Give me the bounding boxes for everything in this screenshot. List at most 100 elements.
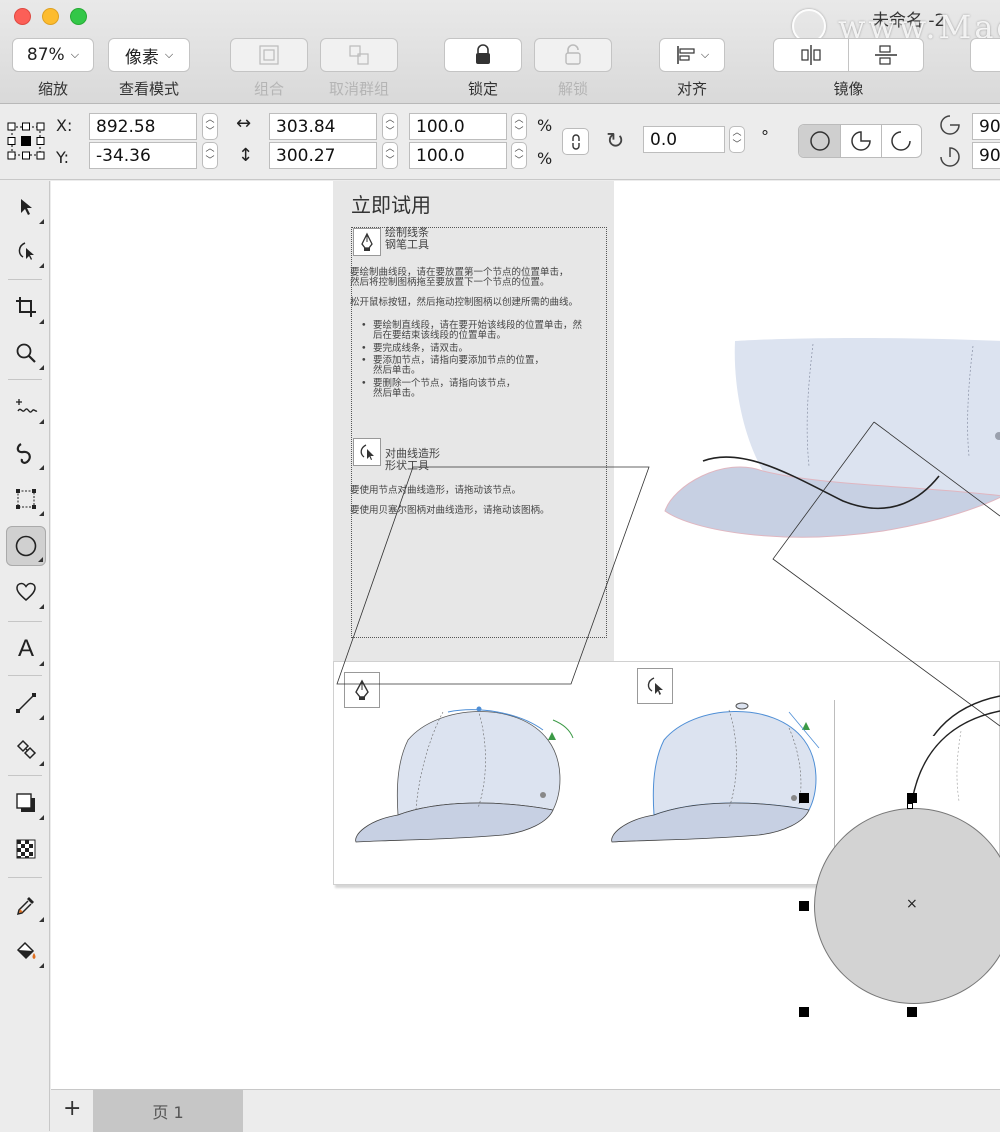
node-point[interactable] xyxy=(907,803,913,809)
x-field[interactable]: 892.58 xyxy=(89,113,197,140)
x-stepper[interactable]: ︿ ﹀ xyxy=(202,113,218,140)
group-label: 组合 xyxy=(253,80,284,98)
end-angle-field[interactable]: 90 xyxy=(972,142,1000,169)
height-stepper[interactable]: ︿ ﹀ xyxy=(382,142,398,169)
height-arrow-icon: ↕ xyxy=(238,145,254,166)
zoom-select[interactable]: 87% ⌵ xyxy=(12,38,94,72)
scale-width-field[interactable]: 100.0 xyxy=(409,113,507,140)
start-angle-field[interactable]: 90 xyxy=(972,113,1000,140)
title-toolbar: 未命名 -2 www.Mac 87% ⌵ 缩放 像素 ⌵ 查看模式 组合 取消群… xyxy=(0,0,1000,104)
ellipse-mode-button[interactable] xyxy=(799,125,841,157)
add-page-button[interactable]: + xyxy=(63,1096,81,1121)
toolbar-overflow-button[interactable] xyxy=(970,38,1000,72)
shape-tool[interactable] xyxy=(6,231,46,271)
mirror-horizontal-button[interactable] xyxy=(773,38,849,72)
text-tool-icon: A xyxy=(17,635,34,662)
freehand-tool[interactable] xyxy=(6,387,46,427)
zoom-tool[interactable] xyxy=(6,333,46,373)
interactive-fill-tool[interactable] xyxy=(6,931,46,971)
end-angle-icon xyxy=(940,147,960,167)
bullet-1: • xyxy=(361,320,367,331)
scale-width-stepper[interactable]: ︿ ﹀ xyxy=(511,113,527,140)
transparency-icon xyxy=(16,839,36,859)
mirror-horizontal-icon xyxy=(801,45,821,65)
page-bar: + 页 1 xyxy=(51,1089,1000,1132)
x-label: X: xyxy=(56,116,73,135)
height-field[interactable]: 300.27 xyxy=(269,142,377,169)
reference-point-icon[interactable] xyxy=(6,121,46,161)
close-window-button[interactable] xyxy=(14,8,31,25)
lock-label: 锁定 xyxy=(467,80,498,98)
view-mode-select[interactable]: 像素 ⌵ xyxy=(108,38,190,72)
chevron-down-icon: ⌵ xyxy=(70,48,80,61)
minimize-window-button[interactable] xyxy=(42,8,59,25)
zoom-label: 缩放 xyxy=(37,80,68,98)
artistic-media-icon xyxy=(16,443,31,464)
selection-handle[interactable] xyxy=(799,1007,809,1017)
scale-height-stepper[interactable]: ︿ ﹀ xyxy=(511,142,527,169)
transparency-tool[interactable] xyxy=(6,829,46,869)
y-field[interactable]: -34.36 xyxy=(89,142,197,169)
rectangle-tool[interactable] xyxy=(6,479,46,519)
b2: 要完成线条，请双击。 xyxy=(373,343,469,354)
bullet-3: • xyxy=(361,355,367,366)
y-label: Y: xyxy=(56,148,70,167)
lock-icon xyxy=(476,44,490,64)
shape-tool-icon xyxy=(360,444,374,460)
arc-mode-button[interactable] xyxy=(880,125,921,157)
mirror-vertical-button[interactable] xyxy=(848,38,924,72)
section1-subtitle: 钢笔工具 xyxy=(385,238,429,251)
text-tool[interactable]: A xyxy=(6,629,46,669)
basic-shapes-tool[interactable] xyxy=(6,572,46,612)
align-select[interactable]: ⌵ xyxy=(659,38,725,72)
ungroup-label: 取消群组 xyxy=(328,80,389,98)
eyedropper-tool[interactable] xyxy=(6,885,46,925)
artistic-media-tool[interactable] xyxy=(6,433,46,473)
width-field[interactable]: 303.84 xyxy=(269,113,377,140)
scale-height-field[interactable]: 100.0 xyxy=(409,142,507,169)
group-icon xyxy=(259,45,279,65)
crop-tool-icon xyxy=(16,297,36,317)
line-tool-icon xyxy=(16,693,36,713)
cap-pen-example xyxy=(355,706,574,843)
selection-handle[interactable] xyxy=(907,1007,917,1017)
lock-ratio-button[interactable] xyxy=(562,128,589,155)
section2-title: 对曲线造形 xyxy=(385,447,440,460)
heart-shape-icon xyxy=(16,582,36,601)
selection-handle[interactable] xyxy=(907,793,917,803)
drop-shadow-tool[interactable] xyxy=(6,783,46,823)
unlock-button[interactable] xyxy=(534,38,612,72)
mirror-label: 镜像 xyxy=(833,80,864,98)
ellipse-icon xyxy=(809,131,830,151)
pick-tool[interactable] xyxy=(6,187,46,227)
cap-outline-right xyxy=(911,710,1000,802)
pen-tool-icon xyxy=(361,232,373,251)
chevron-down-icon: ⌵ xyxy=(164,48,174,61)
toolbox-divider xyxy=(8,775,42,776)
lock-button[interactable] xyxy=(444,38,522,72)
b3b: 然后单击。 xyxy=(373,365,421,376)
start-angle-icon xyxy=(940,115,960,135)
page-tab-1[interactable]: 页 1 xyxy=(93,1090,243,1132)
group-button[interactable] xyxy=(230,38,308,72)
selection-handle[interactable] xyxy=(799,793,809,803)
rotation-field[interactable]: 0.0 xyxy=(643,126,725,153)
eyedropper-icon xyxy=(16,897,34,916)
rotation-stepper[interactable]: ︿ ﹀ xyxy=(729,126,745,153)
degree-label: ° xyxy=(761,127,769,146)
width-stepper[interactable]: ︿ ﹀ xyxy=(382,113,398,140)
zoom-window-button[interactable] xyxy=(70,8,87,25)
bullet-2: • xyxy=(361,343,367,354)
ellipse-tool[interactable] xyxy=(6,526,46,566)
ungroup-button[interactable] xyxy=(320,38,398,72)
ellipse-type-group xyxy=(798,124,922,158)
y-stepper[interactable]: ︿ ﹀ xyxy=(202,142,218,169)
selection-handle[interactable] xyxy=(799,901,809,911)
ellipse-tool-icon xyxy=(15,535,37,557)
drawing-canvas[interactable]: 立即试用 绘制线条 钢笔工具 要绘制曲线段，请在要放置第一个节点的位置单击， 然… xyxy=(51,181,1000,1089)
crop-tool[interactable] xyxy=(6,287,46,327)
pie-mode-button[interactable] xyxy=(840,125,880,157)
toolbox-divider xyxy=(8,877,42,878)
line-tool[interactable] xyxy=(6,683,46,723)
connector-tool[interactable] xyxy=(6,729,46,769)
